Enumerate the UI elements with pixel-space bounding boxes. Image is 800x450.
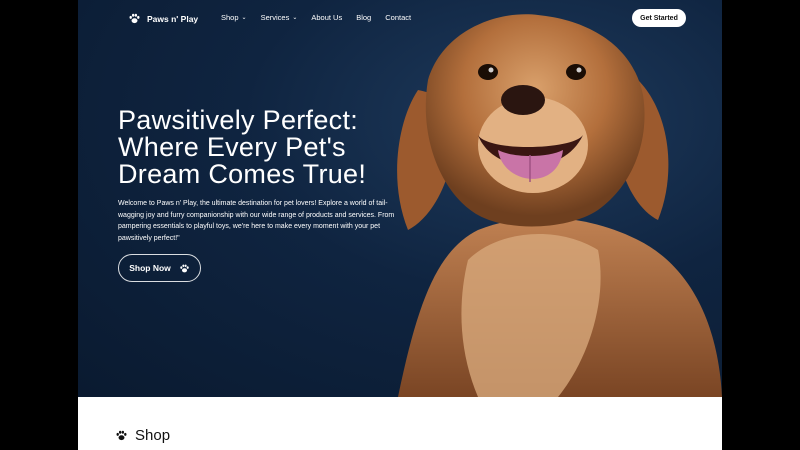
brand-logo[interactable]: Paws n' Play <box>128 12 198 25</box>
hero-headline: Pawsitively Perfect: Where Every Pet's D… <box>118 105 367 189</box>
paw-icon <box>116 430 127 441</box>
nav-item-label: Blog <box>356 13 372 22</box>
top-nav: Paws n' Play Shop ⌄ Services ⌄ About Us … <box>78 0 722 36</box>
page: Paws n' Play Shop ⌄ Services ⌄ About Us … <box>78 0 722 450</box>
shop-now-label: Shop Now <box>129 263 171 273</box>
brand-name: Paws n' Play <box>147 13 199 24</box>
shop-heading: Shop <box>115 427 170 444</box>
chevron-down-icon: ⌄ <box>292 15 298 21</box>
nav-item-blog[interactable]: Blog <box>356 13 371 22</box>
nav-item-about-us[interactable]: About Us <box>311 13 342 22</box>
hero-section: Paws n' Play Shop ⌄ Services ⌄ About Us … <box>78 0 722 397</box>
nav-item-contact[interactable]: Contact <box>385 13 411 22</box>
nav-item-services[interactable]: Services ⌄ <box>261 13 298 22</box>
dog-image <box>397 14 722 397</box>
paw-icon <box>129 13 140 24</box>
get-started-button[interactable]: Get Started <box>632 9 686 27</box>
shop-now-button[interactable]: Shop Now <box>118 254 201 282</box>
nav-item-label: Contact <box>385 13 412 22</box>
nav-item-label: Services <box>260 13 290 22</box>
shop-heading-label: Shop <box>135 427 171 444</box>
nav-item-label: Shop <box>221 13 239 22</box>
shop-section: Shop <box>78 397 722 450</box>
nav-item-shop[interactable]: Shop ⌄ <box>221 13 247 22</box>
chevron-down-icon: ⌄ <box>241 15 247 21</box>
hero-description: Welcome to Paws n' Play, the ultimate de… <box>118 200 395 242</box>
paw-icon <box>180 263 189 272</box>
nav-menu: Shop ⌄ Services ⌄ About Us Blog Contact <box>221 13 411 22</box>
nav-item-label: About Us <box>311 13 343 22</box>
